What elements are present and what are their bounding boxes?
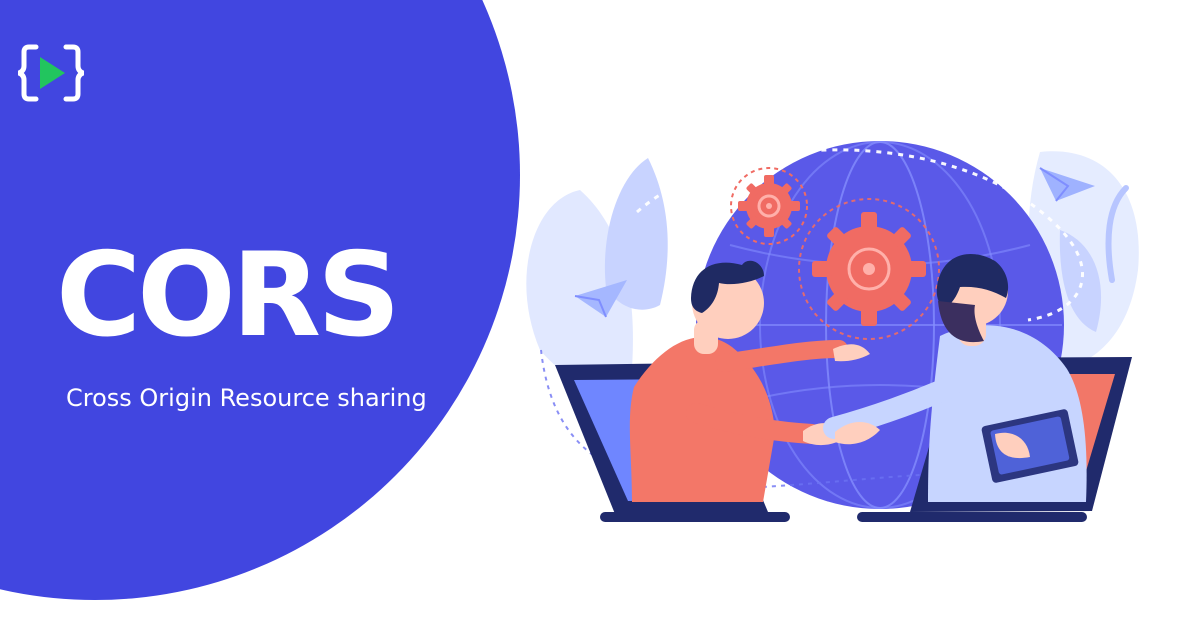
code-play-icon (16, 44, 86, 102)
logo (16, 40, 86, 106)
page-subtitle: Cross Origin Resource sharing (66, 384, 427, 412)
page-title: CORS (56, 228, 401, 363)
hero-banner: CORS Cross Origin Resource sharing (0, 0, 1200, 630)
globe-handshake-illustration (526, 141, 1139, 522)
